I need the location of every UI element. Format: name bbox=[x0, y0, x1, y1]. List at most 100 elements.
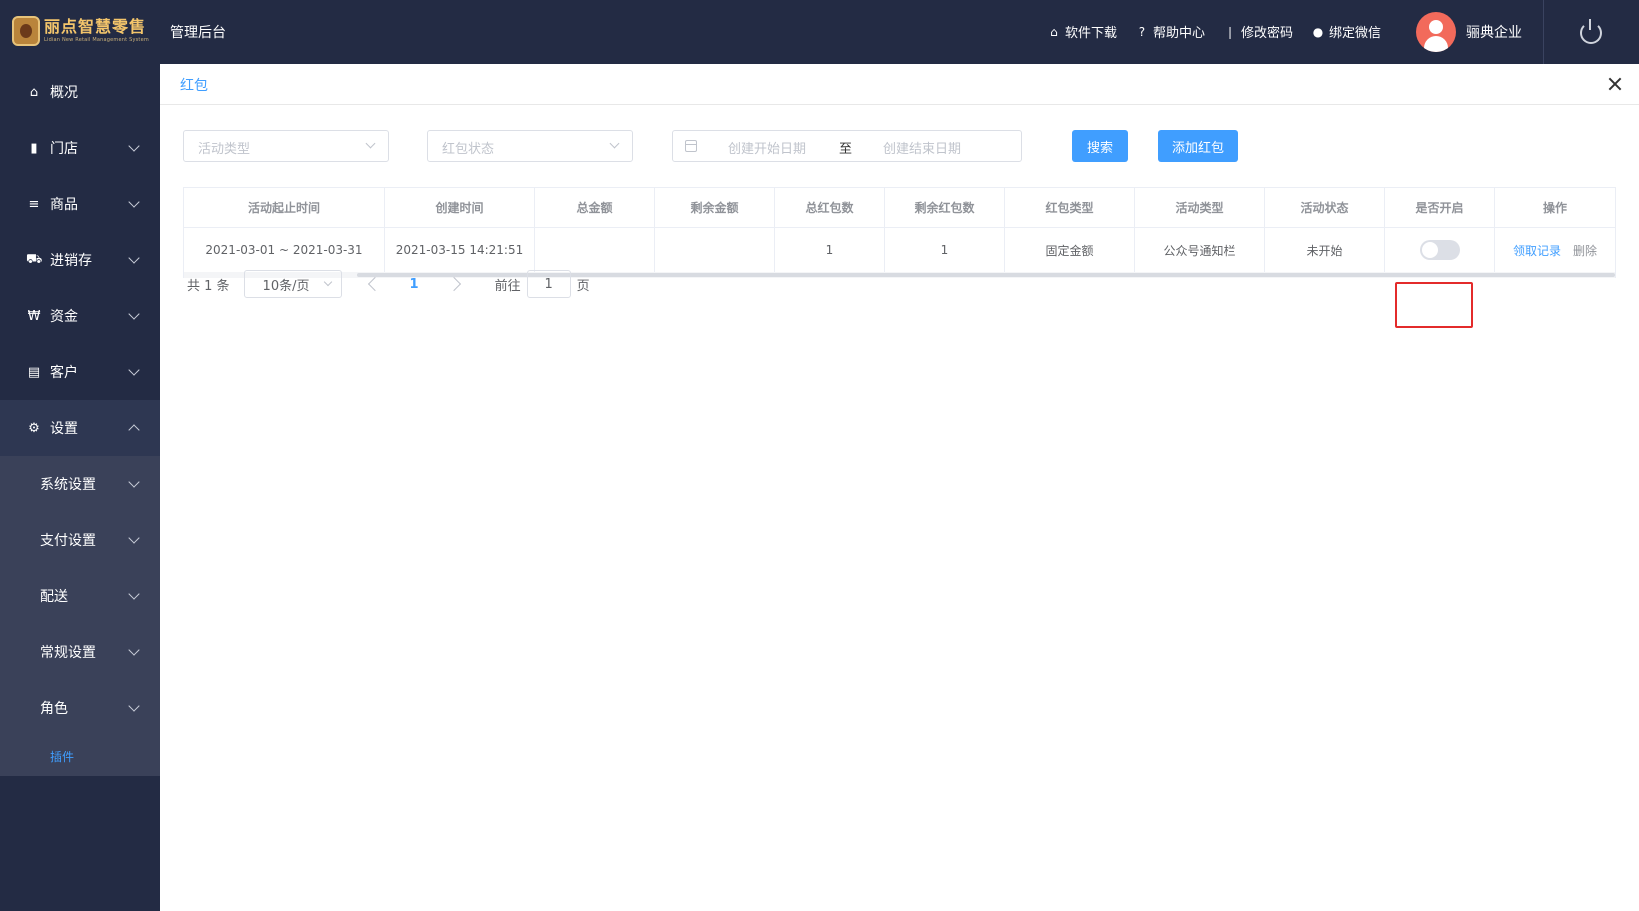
help-center-link[interactable]: ? 帮助中心 bbox=[1135, 22, 1205, 42]
bind-wechat-link[interactable]: ● 绑定微信 bbox=[1311, 22, 1381, 42]
column-header: 剩余红包数 bbox=[885, 188, 1005, 227]
end-date-input[interactable]: 创建结束日期 bbox=[883, 138, 961, 157]
won-icon: ₩ bbox=[27, 308, 41, 324]
logo-title: 丽点智慧零售 bbox=[44, 17, 147, 36]
sidebar-item-customers[interactable]: ▤ 客户 bbox=[0, 344, 160, 400]
top-bar: 丽点智慧零售 Lidian New Retail Management Syst… bbox=[0, 0, 1639, 64]
logo-icon bbox=[12, 16, 40, 46]
cell-remaining-count: 1 bbox=[885, 228, 1005, 272]
chevron-down-icon bbox=[323, 277, 332, 287]
column-header: 创建时间 bbox=[385, 188, 535, 227]
packet-status-select[interactable]: 红包状态 bbox=[427, 130, 633, 162]
store-icon: ⌂ bbox=[1050, 24, 1058, 39]
column-header: 操作 bbox=[1542, 201, 1567, 215]
chevron-down-icon bbox=[128, 196, 140, 208]
id-card-icon: ▤ bbox=[27, 364, 41, 380]
chevron-down-icon bbox=[128, 364, 140, 376]
column-header: 是否开启 bbox=[1385, 188, 1495, 227]
pagination: 共 1 条 10条/页 1 前往 1 页 bbox=[187, 269, 590, 299]
tab-red-packet[interactable]: 红包 bbox=[180, 75, 208, 95]
main-content: 红包 活动类型 红包状态 创建开始日期 至 创建结束日期 搜索 添加红包 活动起… bbox=[160, 64, 1639, 911]
chevron-down-icon bbox=[128, 532, 140, 544]
settings-submenu: 系统设置 支付设置 配送 常规设置 角色 插件 bbox=[0, 456, 160, 776]
cell-period: 2021-03-01 ~ 2021-03-31 bbox=[184, 228, 385, 272]
column-header: 总金额 bbox=[535, 188, 655, 227]
search-button[interactable]: 搜索 bbox=[1072, 130, 1128, 162]
next-page-icon[interactable] bbox=[446, 276, 461, 292]
activity-type-select[interactable]: 活动类型 bbox=[183, 130, 389, 162]
column-header: 活动起止时间 bbox=[184, 188, 385, 227]
add-red-packet-button[interactable]: 添加红包 bbox=[1158, 130, 1238, 162]
date-range-picker[interactable]: 创建开始日期 至 创建结束日期 bbox=[672, 130, 1022, 162]
chevron-down-icon bbox=[128, 644, 140, 656]
chevron-down-icon bbox=[128, 308, 140, 320]
red-packet-table: 活动起止时间 创建时间 总金额 剩余金额 总红包数 剩余红包数 红包类型 活动类… bbox=[183, 187, 1616, 278]
chevron-down-icon bbox=[365, 138, 376, 149]
sidebar-item-funds[interactable]: ₩ 资金 bbox=[0, 288, 160, 344]
sidebar-item-settings[interactable]: ⚙ 设置 bbox=[0, 400, 160, 456]
list-icon: ≡ bbox=[28, 196, 40, 212]
cell-enabled bbox=[1385, 228, 1495, 272]
chevron-up-icon bbox=[128, 424, 140, 436]
question-circle-icon: ? bbox=[1138, 24, 1146, 39]
cell-created: 2021-03-15 14:21:51 bbox=[385, 228, 535, 272]
highlight-box bbox=[1395, 282, 1473, 328]
logo[interactable]: 丽点智慧零售 Lidian New Retail Management Syst… bbox=[12, 14, 149, 48]
delete-link[interactable]: 删除 bbox=[1573, 242, 1597, 259]
divider bbox=[1543, 0, 1544, 64]
column-header: 活动状态 bbox=[1265, 188, 1385, 227]
claim-records-link[interactable]: 领取记录 bbox=[1513, 242, 1561, 259]
page-size-select[interactable]: 10条/页 bbox=[243, 270, 342, 298]
chevron-down-icon bbox=[128, 476, 140, 488]
truck-icon: ⛟ bbox=[26, 251, 43, 267]
cell-activity-type: 公众号通知栏 bbox=[1135, 228, 1265, 272]
cell-actions: 领取记录 删除 bbox=[1495, 228, 1615, 272]
start-date-input[interactable]: 创建开始日期 bbox=[728, 138, 806, 157]
pagination-total: 共 1 条 bbox=[187, 278, 230, 294]
column-header: 红包类型 bbox=[1005, 188, 1135, 227]
user-name: 骊典企业 bbox=[1466, 25, 1522, 41]
enable-switch[interactable] bbox=[1419, 240, 1460, 260]
table-header: 活动起止时间 创建时间 总金额 剩余金额 总红包数 剩余红包数 红包类型 活动类… bbox=[184, 188, 1615, 228]
sidebar-subitem-roles[interactable]: 角色 bbox=[0, 680, 160, 736]
thermometer-icon: ❘ bbox=[1224, 24, 1235, 39]
sidebar-subitem-payment-settings[interactable]: 支付设置 bbox=[0, 512, 160, 568]
sidebar-item-overview[interactable]: ⌂ 概况 bbox=[0, 64, 160, 120]
table-row: 2021-03-01 ~ 2021-03-31 2021-03-15 14:21… bbox=[184, 228, 1615, 272]
sidebar-subitem-system-settings[interactable]: 系统设置 bbox=[0, 456, 160, 512]
chevron-down-icon bbox=[609, 138, 620, 149]
prev-page-icon[interactable] bbox=[367, 276, 382, 292]
cell-activity-status: 未开始 bbox=[1265, 228, 1385, 272]
close-icon[interactable] bbox=[1607, 76, 1623, 92]
range-separator: 至 bbox=[839, 142, 853, 157]
sidebar-item-goods[interactable]: ≡ 商品 bbox=[0, 176, 160, 232]
store-door-icon: ▮ bbox=[30, 140, 38, 156]
sidebar-subitem-plugins[interactable]: 插件 bbox=[0, 736, 160, 776]
avatar bbox=[1416, 12, 1456, 52]
chevron-down-icon bbox=[128, 140, 140, 152]
cell-remaining-amount bbox=[655, 228, 775, 272]
user-menu[interactable]: 骊典企业 bbox=[1416, 12, 1522, 52]
sidebar-item-store[interactable]: ▮ 门店 bbox=[0, 120, 160, 176]
cell-total-amount bbox=[535, 228, 655, 272]
software-download-link[interactable]: ⌂ 软件下载 bbox=[1047, 22, 1117, 42]
column-header: 剩余金额 bbox=[655, 188, 775, 227]
goto-label: 前往 bbox=[494, 278, 521, 294]
top-links: ⌂ 软件下载 ? 帮助中心 ❘ 修改密码 ● 绑定微信 bbox=[1047, 22, 1381, 42]
power-icon[interactable] bbox=[1580, 19, 1602, 44]
cell-total-count: 1 bbox=[775, 228, 885, 272]
logo-subtitle: Lidian New Retail Management System bbox=[44, 37, 149, 43]
sidebar-subitem-delivery[interactable]: 配送 bbox=[0, 568, 160, 624]
chat-icon: ● bbox=[1312, 24, 1324, 39]
page-number[interactable]: 1 bbox=[410, 277, 419, 292]
calendar-icon bbox=[685, 140, 697, 152]
goto-unit: 页 bbox=[576, 278, 590, 294]
chevron-down-icon bbox=[128, 700, 140, 712]
sidebar-item-inventory[interactable]: ⛟ 进销存 bbox=[0, 232, 160, 288]
home-icon: ⌂ bbox=[29, 84, 39, 100]
change-password-link[interactable]: ❘ 修改密码 bbox=[1223, 22, 1293, 42]
sidebar: ⌂ 概况 ▮ 门店 ≡ 商品 ⛟ 进销存 ₩ 资金 ▤ 客户 ⚙ 设置 系统设置… bbox=[0, 64, 160, 911]
goto-page-input[interactable]: 1 bbox=[526, 270, 571, 298]
chevron-down-icon bbox=[128, 588, 140, 600]
sidebar-subitem-general-settings[interactable]: 常规设置 bbox=[0, 624, 160, 680]
